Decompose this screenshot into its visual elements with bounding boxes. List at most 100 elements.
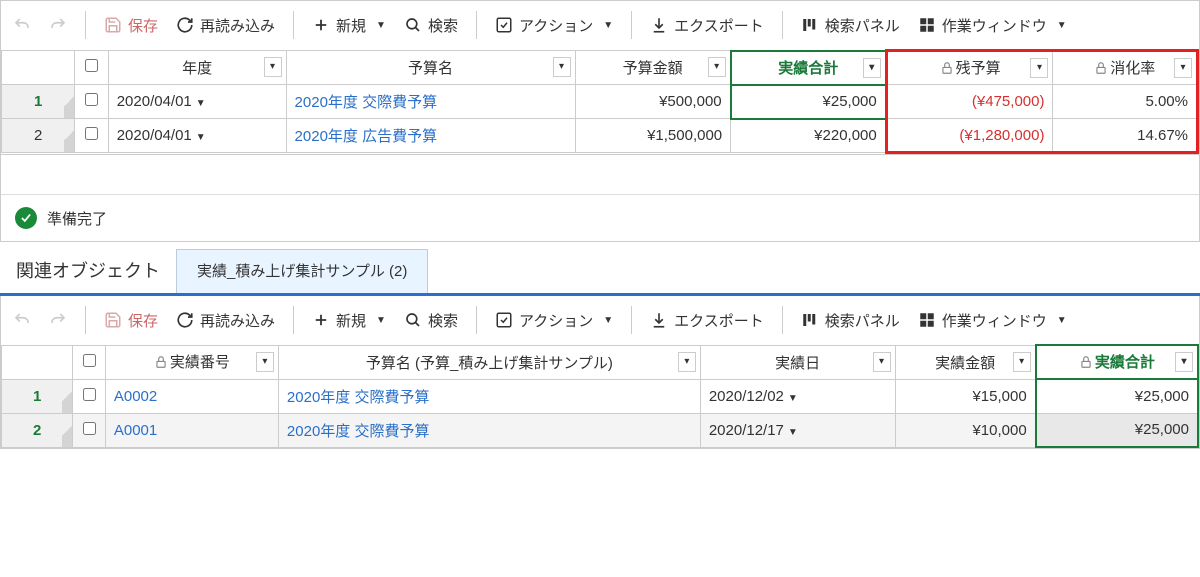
undo-button[interactable] [13,311,31,329]
cell-amount[interactable]: ¥1,500,000 [575,119,731,153]
table-row[interactable]: 1 2020/04/01▼ 2020年度 交際費予算 ¥500,000 ¥25,… [2,85,1198,119]
cell-date[interactable]: 2020/12/17▼ [700,413,895,447]
col-actual-date[interactable]: 実績日▾ [700,345,895,379]
row-checkbox[interactable] [83,422,96,435]
cell-remaining[interactable]: (¥1,280,000) [886,119,1053,153]
select-all-header[interactable] [75,51,108,85]
cell-total[interactable]: ¥25,000 [1036,413,1198,447]
search-panel-button[interactable]: 検索パネル [801,15,900,36]
col-filter-icon[interactable]: ▾ [678,352,696,372]
dropdown-icon[interactable]: ▼ [788,393,798,404]
row-number[interactable]: 2 [2,413,73,447]
col-actual-no[interactable]: 実績番号 ▾ [105,345,278,379]
col-budget-name[interactable]: 予算名▾ [286,51,575,85]
col-actual-total[interactable]: 実績合計 ▾ [1036,345,1198,379]
cell-actual-no[interactable]: A0001 [105,413,278,447]
col-filter-icon[interactable]: ▾ [873,352,891,372]
col-filter-icon[interactable]: ▾ [1030,58,1048,78]
row-number[interactable]: 2 [2,119,75,153]
row-number[interactable]: 1 [2,85,75,119]
search-button[interactable]: 検索 [404,310,458,331]
col-filter-icon[interactable]: ▾ [708,57,726,77]
work-window-button[interactable]: 作業ウィンドウ▼ [918,310,1067,331]
reload-button[interactable]: 再読み込み [176,15,275,36]
select-all-header[interactable] [73,345,105,379]
cell-budget-name[interactable]: 2020年度 交際費予算 [278,379,700,413]
save-button[interactable]: 保存 [104,15,158,36]
table-row[interactable]: 1 A0002 2020年度 交際費予算 2020/12/02▼ ¥15,000… [2,379,1199,413]
action-button[interactable]: アクション ▼ [495,15,613,36]
col-budget-amount[interactable]: 予算金額▾ [575,51,731,85]
row-checkbox[interactable] [85,127,98,140]
cell-rate[interactable]: 5.00% [1053,85,1198,119]
cell-remaining[interactable]: (¥475,000) [886,85,1053,119]
cell-amount[interactable]: ¥10,000 [895,413,1036,447]
col-filter-icon[interactable]: ▾ [1174,58,1192,78]
cell-rate[interactable]: 14.67% [1053,119,1198,153]
redo-button[interactable] [49,16,67,34]
col-filter-icon[interactable]: ▾ [264,57,282,77]
select-all-checkbox[interactable] [83,354,96,367]
export-button[interactable]: エクスポート [650,310,764,331]
dropdown-icon[interactable]: ▼ [603,315,613,326]
cell-actual[interactable]: ¥220,000 [731,119,887,153]
col-filter-icon[interactable]: ▾ [256,352,274,372]
col-actual-total-label: 実績合計 [1095,354,1155,371]
reload-button[interactable]: 再読み込み [176,310,275,331]
col-actual-amount[interactable]: 実績金額 ▾ [895,345,1036,379]
dropdown-icon[interactable]: ▼ [376,315,386,326]
cell-budget-name[interactable]: 2020年度 交際費予算 [286,85,575,119]
col-filter-icon[interactable]: ▾ [863,58,881,78]
table-row[interactable]: 2 2020/04/01▼ 2020年度 広告費予算 ¥1,500,000 ¥2… [2,119,1198,153]
col-filter-icon[interactable]: ▾ [553,57,571,77]
work-window-button[interactable]: 作業ウィンドウ ▼ [918,15,1067,36]
col-actual-amount-label: 実績金額 [935,355,995,372]
horizontal-scrollbar[interactable] [1,154,1199,194]
search-panel-button[interactable]: 検索パネル [801,310,900,331]
dropdown-icon[interactable]: ▼ [1057,315,1067,326]
cell-year[interactable]: 2020/04/01▼ [108,85,286,119]
cell-amount[interactable]: ¥15,000 [895,379,1036,413]
new-button[interactable]: 新規 ▼ [312,15,386,36]
col-actual-total[interactable]: 実績合計▾ [731,51,887,85]
row-checkbox[interactable] [85,93,98,106]
action-button[interactable]: アクション▼ [495,310,613,331]
dropdown-icon[interactable]: ▼ [788,427,798,438]
select-all-checkbox[interactable] [85,59,98,72]
col-year[interactable]: 年度▾ [108,51,286,85]
cell-date[interactable]: 2020/12/02▼ [700,379,895,413]
table-row[interactable]: 2 A0001 2020年度 交際費予算 2020/12/17▼ ¥10,000… [2,413,1199,447]
row-checkbox[interactable] [83,388,96,401]
cell-amount[interactable]: ¥500,000 [575,85,731,119]
col-filter-icon[interactable]: ▾ [1175,352,1193,372]
new-button[interactable]: 新規▼ [312,310,386,331]
row-number[interactable]: 1 [2,379,73,413]
dropdown-icon[interactable]: ▼ [1057,20,1067,31]
col-budget-name[interactable]: 予算名 (予算_積み上げ集計サンプル)▾ [278,345,700,379]
cell-budget-name[interactable]: 2020年度 交際費予算 [278,413,700,447]
dropdown-icon[interactable]: ▼ [603,20,613,31]
corner-cell[interactable] [2,51,75,85]
related-title: 関連オブジェクト [0,247,176,293]
col-filter-icon[interactable]: ▾ [1013,352,1031,372]
col-remaining[interactable]: 残予算▾ [886,51,1053,85]
cell-actual-no[interactable]: A0002 [105,379,278,413]
dropdown-icon[interactable]: ▼ [196,98,206,109]
col-actual-no-label: 実績番号 [170,354,230,371]
save-button[interactable]: 保存 [104,310,158,331]
search-button[interactable]: 検索 [404,15,458,36]
cell-actual[interactable]: ¥25,000 [731,85,887,119]
undo-button[interactable] [13,16,31,34]
cell-total[interactable]: ¥25,000 [1036,379,1198,413]
reload-label: 再読み込み [200,310,275,331]
related-tab[interactable]: 実績_積み上げ集計サンプル (2) [176,249,428,293]
dropdown-icon[interactable]: ▼ [196,132,206,143]
export-button[interactable]: エクスポート [650,15,764,36]
cell-year[interactable]: 2020/04/01▼ [108,119,286,153]
col-usage-rate[interactable]: 消化率▾ [1053,51,1198,85]
cell-budget-name[interactable]: 2020年度 広告費予算 [286,119,575,153]
dropdown-icon[interactable]: ▼ [376,20,386,31]
corner-cell[interactable] [2,345,73,379]
redo-button[interactable] [49,311,67,329]
redo-icon [49,16,67,34]
